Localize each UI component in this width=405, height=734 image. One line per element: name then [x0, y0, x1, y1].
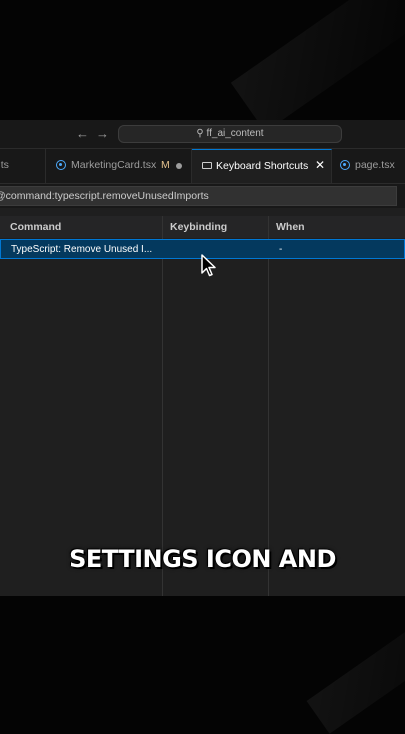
tab-e-ts[interactable]: e.ts [0, 149, 46, 183]
column-divider[interactable] [162, 216, 163, 596]
background-streak [230, 0, 405, 132]
keybindings-search-bar [0, 184, 405, 208]
tab-marketingcard[interactable]: MarketingCard.tsx M [46, 149, 192, 183]
title-bar: ← → ⚲ ff_ai_content [0, 120, 405, 149]
tab-page-tsx[interactable]: page.tsx [332, 149, 405, 183]
column-header-when[interactable]: When [276, 221, 305, 233]
modified-badge: M [161, 159, 170, 171]
arrow-left-icon[interactable]: ← [76, 126, 89, 142]
command-center-content: ⚲ ff_ai_content [119, 128, 341, 139]
unsaved-dot-icon[interactable] [176, 163, 182, 169]
arrow-right-icon[interactable]: → [96, 126, 109, 142]
when-cell: - [279, 244, 283, 255]
keyboard-icon [202, 162, 212, 169]
command-center[interactable]: ⚲ ff_ai_content [118, 125, 342, 143]
tab-label: MarketingCard.tsx [71, 159, 157, 171]
command-cell: TypeScript: Remove Unused I... [11, 244, 153, 255]
tab-label: Keyboard Shortcuts [216, 160, 309, 172]
keybindings-search-input[interactable] [0, 186, 397, 206]
react-icon [340, 160, 350, 170]
column-header-command[interactable]: Command [10, 221, 61, 233]
background-streak [306, 586, 405, 734]
tab-keyboard-shortcuts[interactable]: Keyboard Shortcuts ✕ [192, 149, 332, 183]
tab-label: e.ts [0, 159, 9, 171]
tab-label: page.tsx [355, 159, 395, 171]
column-divider[interactable] [268, 216, 269, 596]
command-center-label: ff_ai_content [206, 128, 264, 139]
mouse-pointer-icon [201, 254, 217, 283]
react-icon [56, 160, 66, 170]
video-caption: SETTINGS ICON AND [69, 545, 336, 573]
table-header: Command Keybinding When [0, 216, 405, 238]
column-header-keybinding[interactable]: Keybinding [170, 221, 227, 233]
vscode-window: ← → ⚲ ff_ai_content e.ts MarketingCard.t… [0, 120, 405, 596]
search-icon: ⚲ [196, 128, 204, 139]
editor-tabs: e.ts MarketingCard.tsx M Keyboard Shortc… [0, 149, 405, 184]
close-icon[interactable]: ✕ [315, 158, 325, 172]
